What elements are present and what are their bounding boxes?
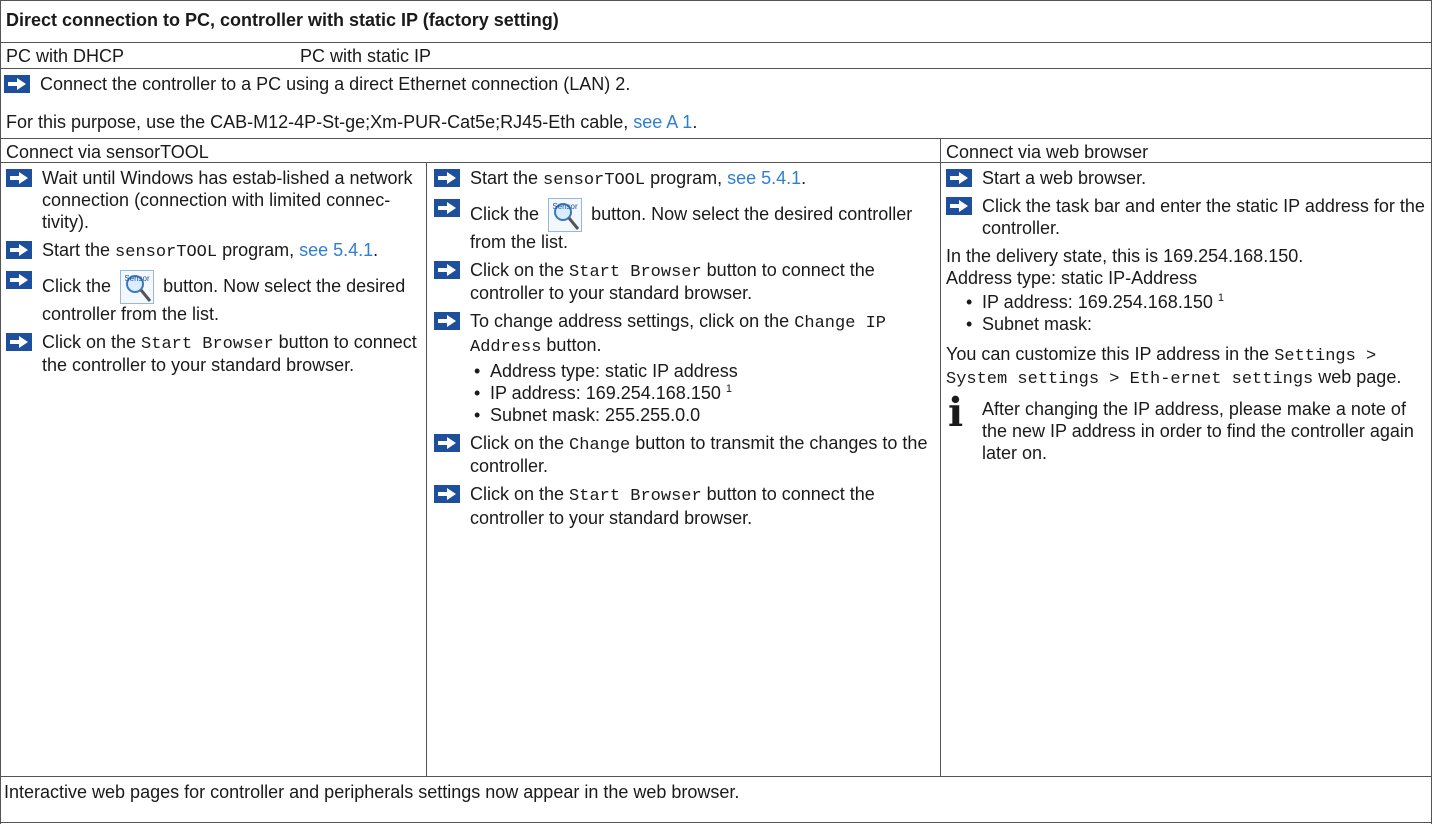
footnote-mark: 1: [1217, 291, 1224, 304]
step-start-browser: Click on the Start Browser button to con…: [434, 484, 934, 530]
customize-text-part: web page.: [1313, 367, 1402, 388]
footnote-mark: 1: [725, 382, 732, 395]
list-item: IP address: 169.254.168.150 1: [470, 383, 934, 405]
column-sensortool-static: Start the sensorTOOL program, see 5.4.1.…: [434, 168, 934, 536]
program-name: sensorTOOL: [115, 242, 218, 262]
info-icon: ℹ: [948, 390, 964, 436]
step-start-sensortool: Start the sensorTOOL program, see 5.4.1.: [6, 240, 418, 264]
rule: [0, 68, 1432, 69]
svg-text:Sensor: Sensor: [124, 274, 150, 283]
arrow-right-icon: [4, 75, 30, 93]
step-text: Click on the: [470, 259, 570, 280]
step-text: Click the task bar and enter the static …: [982, 195, 1425, 238]
footer-text: Interactive web pages for controller and…: [4, 782, 740, 802]
step-text: To change address settings, click on the: [470, 311, 795, 332]
list-item: Subnet mask:: [962, 314, 1426, 336]
arrow-right-icon: [6, 332, 32, 351]
step-start-browser: Click on the Start Browser button to con…: [6, 332, 418, 378]
step-click-sensor: Click the Sensor button. Now select the …: [6, 269, 418, 326]
step-enter-ip: Click the task bar and enter the static …: [946, 196, 1426, 240]
cable-text: For this purpose, use the CAB-M12-4P-St-…: [6, 112, 634, 132]
step-start-sensortool: Start the sensorTOOL program, see 5.4.1.: [434, 168, 934, 192]
arrow-right-icon: [434, 169, 460, 187]
cable-end: .: [692, 112, 698, 132]
step-click-sensor: Click the Sensor button. Now select the …: [434, 197, 934, 254]
step-change: Click on the Change button to transmit t…: [434, 433, 934, 479]
step-text: Click the: [42, 275, 112, 296]
rule: [0, 822, 1432, 823]
button-name: Start Browser: [141, 334, 274, 354]
column-web-browser: Start a web browser. Click the task bar …: [946, 168, 1426, 465]
info-text: After changing the IP address, please ma…: [982, 399, 1414, 464]
button-name: Change: [569, 435, 631, 455]
arrow-right-icon: [6, 169, 32, 187]
step-wait-windows: Wait until Windows has estab-lished a ne…: [6, 168, 418, 234]
step-text: button.: [541, 335, 602, 356]
step-text: Click on the: [42, 331, 142, 352]
arrow-right-icon: [434, 312, 460, 331]
arrow-right-icon: [434, 198, 460, 217]
step-text: Click on the: [470, 484, 570, 505]
section-link[interactable]: see 5.4.1: [727, 168, 801, 188]
step-text: program,: [217, 239, 300, 260]
ip-settings-list: Address type: static IP address IP addre…: [470, 361, 934, 427]
section-link[interactable]: see 5.4.1: [299, 240, 373, 260]
intro-step: Connect the controller to a PC using a d…: [4, 74, 1404, 102]
customize-text-part: You can customize this IP address in the: [946, 343, 1275, 364]
step-text: program,: [645, 168, 728, 188]
delivery-state-text: In the delivery state, this is 169.254.1…: [946, 245, 1304, 266]
step-change-ip: To change address settings, click on the…: [434, 311, 934, 427]
pc-static-label: PC with static IP: [300, 46, 432, 66]
page-title: Direct connection to PC, controller with…: [6, 10, 559, 30]
cable-link[interactable]: see A 1: [633, 112, 692, 132]
rule: [426, 162, 427, 776]
arrow-right-icon: [6, 270, 32, 289]
step-text: Click on the: [470, 432, 570, 453]
arrow-right-icon: [434, 485, 460, 504]
list-item-text: IP address: 169.254.168.150: [982, 291, 1213, 312]
rule: [0, 138, 1432, 139]
column-sensortool-dhcp: Wait until Windows has estab-lished a ne…: [6, 168, 418, 383]
step-text: Start the: [470, 168, 544, 188]
arrow-right-icon: [946, 196, 972, 215]
step-text: Start the: [42, 239, 116, 260]
step-text: Click the: [470, 203, 540, 224]
step-text: Start a web browser.: [982, 168, 1147, 188]
arrow-right-icon: [946, 169, 972, 187]
step-text: Wait until Windows has estab-lished a ne…: [42, 168, 413, 232]
connection-table: Direct connection to PC, controller with…: [0, 0, 1432, 824]
ip-settings-list: IP address: 169.254.168.150 1 Subnet mas…: [962, 292, 1426, 336]
step-start-browser: Click on the Start Browser button to con…: [434, 260, 934, 306]
arrow-right-icon: [6, 240, 32, 259]
header-sensortool: Connect via sensorTOOL: [6, 142, 209, 162]
address-type-text: Address type: static IP-Address: [946, 267, 1198, 288]
rule: [0, 0, 1432, 1]
step-text: .: [801, 168, 807, 188]
sensor-search-icon[interactable]: Sensor: [548, 197, 583, 232]
info-note: ℹ After changing the IP address, please …: [946, 393, 1426, 465]
svg-text:Sensor: Sensor: [552, 202, 578, 211]
program-name: sensorTOOL: [543, 171, 646, 190]
intro-step-text: Connect the controller to a PC using a d…: [40, 74, 631, 94]
list-item-text: IP address: 169.254.168.150: [490, 382, 721, 403]
list-item: Address type: static IP address: [470, 361, 934, 383]
customize-text: You can customize this IP address in the…: [946, 344, 1426, 391]
button-name: Start Browser: [569, 487, 702, 507]
header-browser: Connect via web browser: [946, 142, 1149, 162]
rule: [0, 776, 1432, 777]
sensor-search-icon[interactable]: Sensor: [120, 269, 155, 304]
rule: [940, 138, 941, 776]
list-item: IP address: 169.254.168.150 1: [962, 292, 1426, 314]
list-item: Subnet mask: 255.255.0.0: [470, 405, 934, 427]
rule: [0, 0, 1, 824]
cable-note: For this purpose, use the CAB-M12-4P-St-…: [6, 112, 1406, 134]
step-text: .: [373, 239, 379, 260]
step-start-web-browser: Start a web browser.: [946, 168, 1426, 190]
arrow-right-icon: [434, 433, 460, 452]
arrow-right-icon: [434, 260, 460, 279]
rule: [0, 42, 1432, 43]
button-name: Start Browser: [569, 262, 702, 282]
